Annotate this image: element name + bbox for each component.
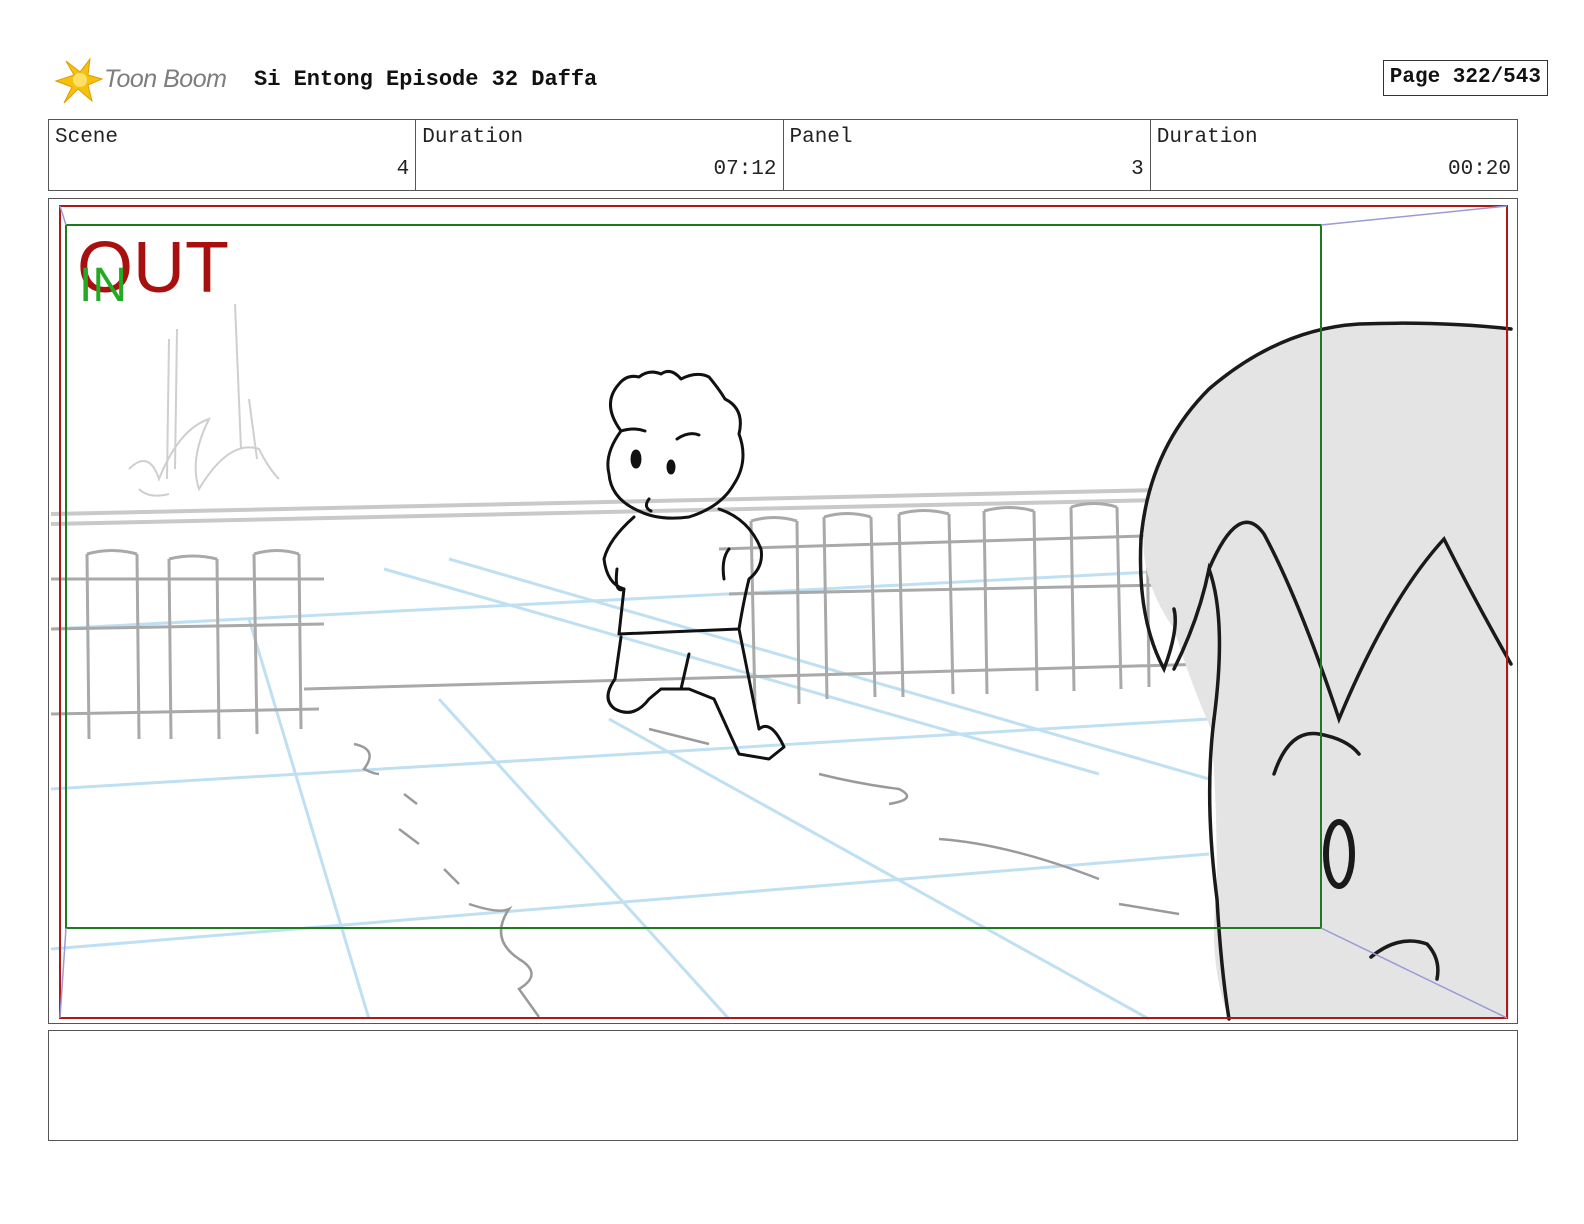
ground-marks	[353, 727, 1180, 1018]
logo-wordmark: Toon Boom	[104, 65, 227, 93]
page-header: Toon Boom Si Entong Episode 32 Daffa Pag…	[48, 55, 1548, 107]
scene-cell: Scene 4	[49, 120, 417, 190]
panel-duration-value: 00:20	[1447, 158, 1511, 181]
panel-duration-label: Duration	[1156, 126, 1258, 149]
scene-duration-label: Duration	[422, 126, 524, 149]
toon-boom-logo: Toon Boom	[52, 55, 252, 107]
panel-notes	[48, 1030, 1518, 1141]
scene-duration-value: 07:12	[713, 158, 777, 181]
foreground-character	[1138, 202, 1513, 1021]
panel-sketch: OUT IN	[50, 202, 1513, 1021]
in-frame-label: IN	[79, 259, 127, 312]
kid-character	[602, 369, 786, 761]
panel-duration-cell: Duration 00:20	[1151, 120, 1517, 190]
panel-value: 3	[1131, 158, 1144, 181]
scene-value: 4	[396, 158, 410, 181]
tree-sketch	[128, 303, 280, 497]
scene-label: Scene	[55, 126, 119, 149]
storyboard-panel: OUT IN	[48, 198, 1518, 1024]
scene-info-row: Scene 4 Duration 07:12 Panel 3 Duration …	[48, 119, 1518, 191]
scene-duration-cell: Duration 07:12	[416, 120, 784, 190]
panel-label: Panel	[789, 126, 853, 149]
document-title: Si Entong Episode 32 Daffa	[254, 67, 598, 92]
burst-icon	[54, 57, 104, 104]
page-indicator: Page 322/543	[1382, 60, 1548, 96]
panel-cell: Panel 3	[784, 120, 1151, 190]
